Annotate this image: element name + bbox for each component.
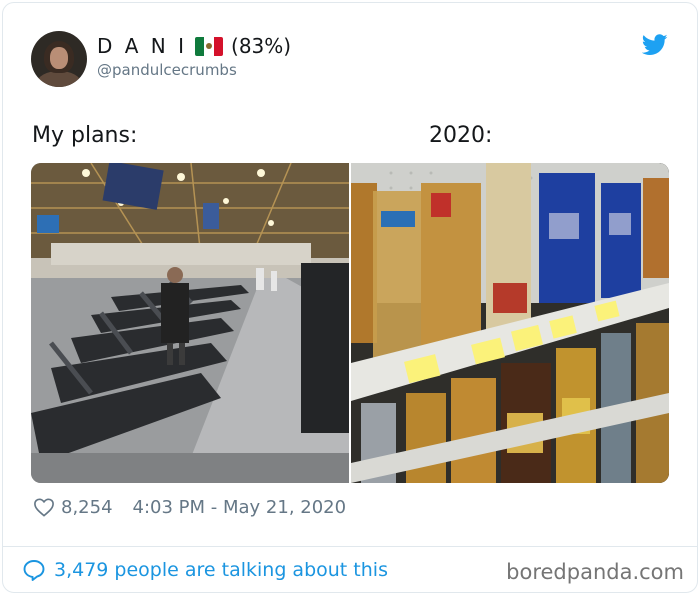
heart-icon[interactable]: [33, 497, 55, 517]
watermark: boredpanda.com: [506, 560, 684, 584]
gym-treadmills-photo[interactable]: [31, 163, 349, 483]
speech-bubble-icon: [23, 560, 45, 581]
avatar[interactable]: [31, 31, 87, 87]
display-name-suffix: (83%): [231, 34, 292, 58]
like-count[interactable]: 8,254: [61, 497, 113, 518]
caption-2020: 2020:: [429, 123, 493, 148]
display-name[interactable]: D A N I: [97, 34, 187, 58]
liquor-shelf-photo[interactable]: [351, 163, 669, 483]
mexico-flag-icon: [195, 36, 223, 56]
conversation-text[interactable]: 3,479 people are talking about this: [54, 559, 388, 581]
tweet-timestamp[interactable]: 4:03 PM - May 21, 2020: [133, 497, 347, 518]
tweet-meta: 8,254 4:03 PM - May 21, 2020: [33, 494, 346, 520]
tweet-media[interactable]: [31, 163, 669, 483]
divider: [2, 546, 698, 547]
twitter-bird-icon[interactable]: [642, 34, 668, 56]
author-name-row[interactable]: D A N I (83%): [97, 33, 291, 59]
caption-my-plans: My plans:: [32, 123, 138, 148]
conversation-link[interactable]: 3,479 people are talking about this: [22, 556, 388, 584]
user-handle[interactable]: @pandulcecrumbs: [97, 61, 237, 79]
